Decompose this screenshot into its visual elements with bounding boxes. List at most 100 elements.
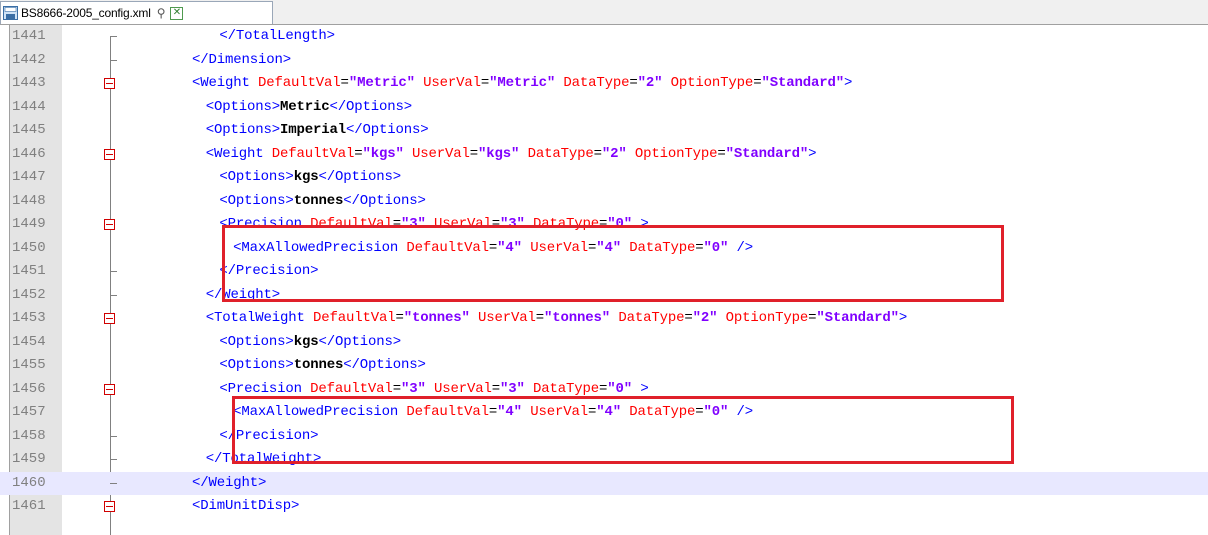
tag-name: Options xyxy=(227,357,286,373)
pin-icon[interactable]: ⚲ xyxy=(157,6,166,20)
attribute-name: DataType xyxy=(519,145,594,162)
fold-collapse-icon[interactable] xyxy=(104,219,115,230)
equals-sign: = xyxy=(593,145,602,162)
element-text: Imperial xyxy=(279,122,346,138)
code-text: <Options>tonnes</Options> xyxy=(219,190,426,214)
element-text: tonnes xyxy=(293,357,344,373)
close-icon[interactable]: ✕ xyxy=(170,6,184,20)
fold-collapse-icon[interactable] xyxy=(104,501,115,512)
tag-bracket: </ xyxy=(343,192,360,209)
code-line[interactable]: 1461 <DimUnitDisp> xyxy=(0,495,1208,519)
equals-sign: = xyxy=(491,380,500,397)
line-number: 1453 xyxy=(12,310,46,326)
tag-name: Options xyxy=(346,98,404,115)
code-text: </Weight> xyxy=(192,472,266,496)
code-line[interactable]: 1442 </Dimension> xyxy=(0,49,1208,73)
line-number: 1446 xyxy=(12,145,46,162)
tag-name: Options xyxy=(334,169,393,185)
tag-bracket: </ xyxy=(343,357,360,373)
equals-sign: = xyxy=(392,380,401,397)
code-line[interactable]: 1454 <Options>kgs</Options> xyxy=(0,331,1208,355)
code-text: <Options>kgs</Options> xyxy=(219,166,401,190)
tag-bracket: < xyxy=(219,380,228,397)
attribute-value: "2" xyxy=(637,75,663,91)
equals-sign: = xyxy=(354,145,363,162)
attribute-name: OptionType xyxy=(626,145,718,162)
attribute-name: UserVal xyxy=(403,145,470,162)
fold-collapse-icon[interactable] xyxy=(104,313,115,324)
tag-bracket: </ xyxy=(329,98,347,115)
attribute-value: "kgs" xyxy=(478,145,520,162)
tag-bracket: > xyxy=(417,192,426,209)
tab-filename: BS8666-2005_config.xml xyxy=(21,6,151,20)
tag-bracket: </ xyxy=(318,333,335,350)
tag-bracket: > xyxy=(392,169,401,185)
fold-end-marker xyxy=(110,59,117,61)
attribute-value: "tonnes" xyxy=(544,310,611,326)
fold-collapse-icon[interactable] xyxy=(104,148,115,160)
code-line[interactable]: 1448 <Options>tonnes</Options> xyxy=(0,190,1208,214)
code-line[interactable]: 1441 </TotalLength> xyxy=(0,25,1208,49)
fold-end-marker xyxy=(110,271,117,272)
attribute-value: "Standard" xyxy=(761,75,844,91)
fold-end-marker xyxy=(110,294,117,296)
code-line[interactable]: 1443 <Weight DefaultVal="Metric" UserVal=… xyxy=(0,72,1208,96)
tag-bracket: < xyxy=(205,310,214,326)
fold-collapse-icon[interactable] xyxy=(104,383,115,395)
code-line[interactable]: 1455 <Options>tonnes</Options> xyxy=(0,354,1208,378)
line-number: 1456 xyxy=(12,380,46,397)
attribute-name: OptionType xyxy=(717,310,809,326)
tag-bracket: < xyxy=(219,333,228,350)
tag-name: Dimension xyxy=(208,51,283,68)
element-text: Metric xyxy=(279,98,330,115)
code-line[interactable]: 1445 <Options>Imperial</Options> xyxy=(0,119,1208,143)
tag-name: Weight xyxy=(213,145,264,162)
attribute-value: "Metric" xyxy=(489,75,556,91)
file-icon xyxy=(3,6,18,20)
code-line[interactable]: 1460 </Weight> xyxy=(0,471,1208,496)
tag-name: Weight xyxy=(208,474,259,491)
line-number: 1443 xyxy=(12,75,46,91)
element-text: tonnes xyxy=(293,192,344,209)
highlight-box-weight-precision xyxy=(222,225,1004,302)
fold-end-marker xyxy=(110,482,117,484)
tag-bracket: </ xyxy=(346,122,363,138)
code-text: <Options>Imperial</Options> xyxy=(206,119,429,143)
equals-sign: = xyxy=(480,75,490,91)
line-number: 1460 xyxy=(12,474,46,491)
code-text: <Options>tonnes</Options> xyxy=(219,354,426,378)
attribute-name: DataType xyxy=(555,75,630,91)
tag-bracket: > xyxy=(285,357,294,373)
tag-name: DimUnitDisp xyxy=(200,498,292,514)
attribute-name: DefaultVal xyxy=(301,380,393,397)
code-line[interactable]: 1447 <Options>kgs</Options> xyxy=(0,166,1208,190)
attribute-value: "Standard" xyxy=(725,145,809,162)
attribute-name: UserVal xyxy=(469,310,536,326)
fold-end-marker xyxy=(110,36,117,37)
file-tab[interactable]: BS8666-2005_config.xml ⚲ ✕ xyxy=(0,1,273,24)
code-text: </TotalLength> xyxy=(219,25,335,49)
attribute-name: OptionType xyxy=(662,75,754,91)
tag-bracket: > xyxy=(291,498,300,514)
tag-bracket: > xyxy=(271,98,280,115)
tag-bracket: > xyxy=(843,75,853,91)
tag-name: TotalWeight xyxy=(213,310,305,326)
code-text: <Weight DefaultVal="kgs" UserVal="kgs" D… xyxy=(206,143,817,167)
code-line[interactable]: 1446 <Weight DefaultVal="kgs" UserVal="kg… xyxy=(0,143,1208,167)
line-number: 1448 xyxy=(12,192,46,209)
tag-name: TotalLength xyxy=(235,28,327,44)
tag-bracket: </ xyxy=(205,286,223,303)
line-number: 1450 xyxy=(12,239,46,256)
fold-collapse-icon[interactable] xyxy=(104,78,115,89)
tag-bracket: > xyxy=(898,310,908,326)
fold-end-marker xyxy=(110,435,117,437)
code-line[interactable]: 1444 <Options>Metric</Options> xyxy=(0,96,1208,120)
code-line[interactable]: 1453 <TotalWeight DefaultVal="tonnes" Use… xyxy=(0,307,1208,331)
tag-bracket: > xyxy=(632,380,649,397)
tag-bracket: > xyxy=(285,169,294,185)
code-text: <DimUnitDisp> xyxy=(192,495,299,519)
line-number: 1459 xyxy=(12,451,46,467)
attribute-value: "2" xyxy=(601,145,627,162)
line-number: 1458 xyxy=(12,427,46,444)
tag-bracket: > xyxy=(420,122,429,138)
